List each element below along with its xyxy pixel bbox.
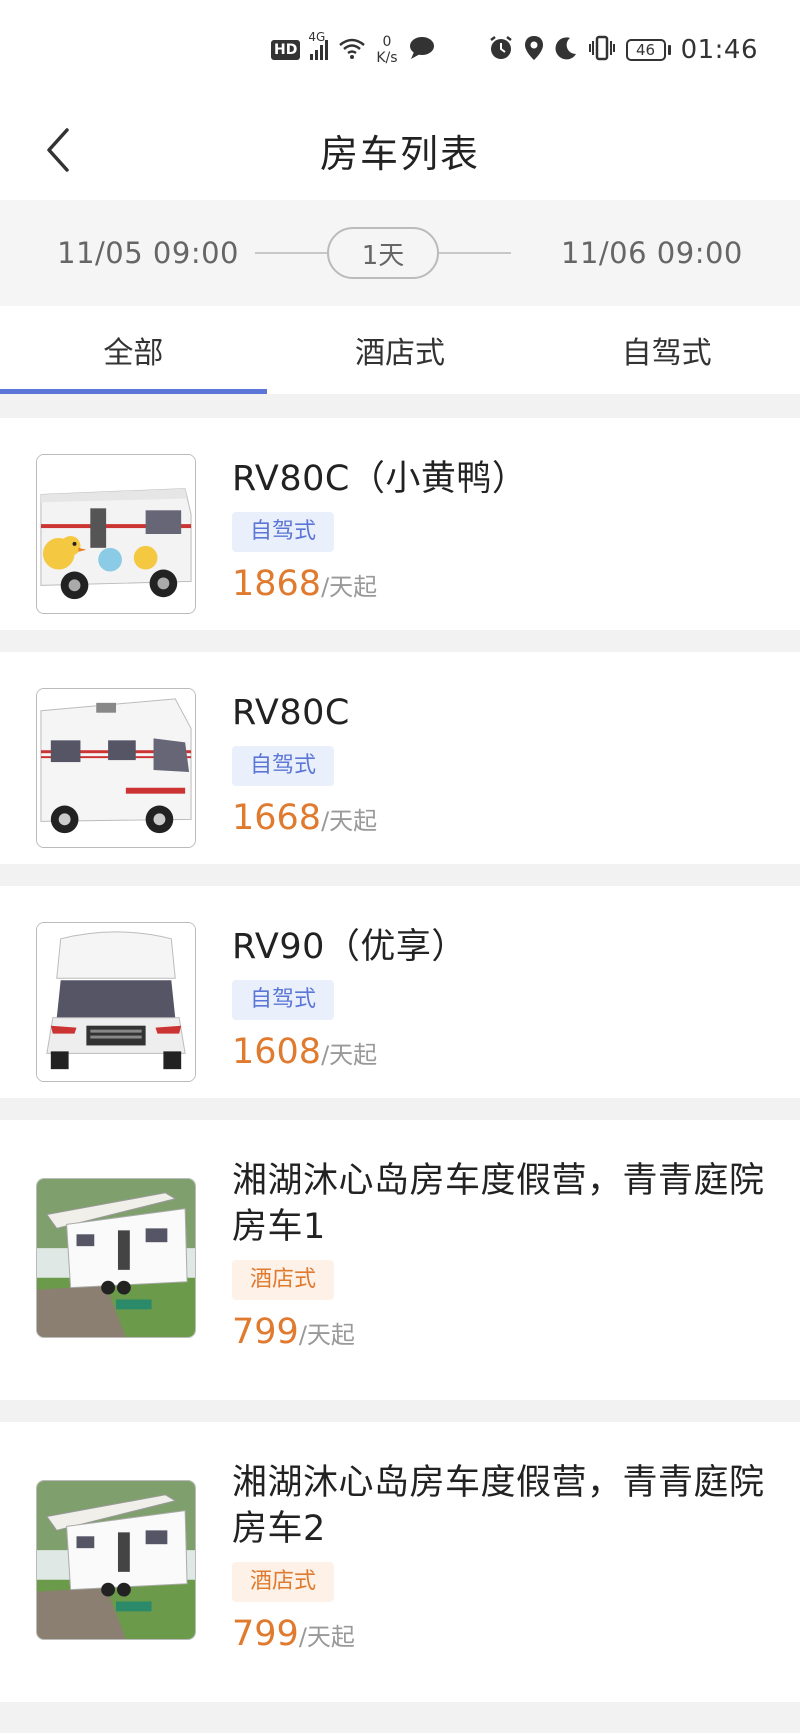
rv-price: 1868 bbox=[232, 564, 322, 604]
rv-thumbnail bbox=[36, 922, 196, 1082]
rv-name: RV80C（小黄鸭） bbox=[232, 459, 528, 499]
rv-name: 湘湖沐心岛房车度假营，青青庭院房车1 bbox=[232, 1161, 765, 1247]
moon-icon bbox=[554, 36, 578, 64]
rv-type-tag: 自驾式 bbox=[232, 746, 335, 786]
location-icon bbox=[524, 35, 544, 65]
start-date[interactable]: 11/05 09:00 bbox=[57, 236, 239, 270]
rv-price: 1668 bbox=[232, 798, 322, 838]
rv-price-row: 799 /天起 bbox=[232, 1614, 772, 1654]
rv-price-row: 1868 /天起 bbox=[232, 564, 772, 604]
rv-thumbnail bbox=[36, 1178, 196, 1338]
network-type: 4G bbox=[308, 30, 326, 44]
hd-icon: HD bbox=[271, 40, 301, 60]
vibrate-icon bbox=[588, 35, 616, 65]
chevron-left-icon bbox=[47, 128, 69, 172]
tab-hotel[interactable]: 酒店式 bbox=[267, 306, 534, 394]
speed-unit: K/s bbox=[376, 50, 398, 66]
rv-list-item[interactable]: RV90（优享） 自驾式 1608 /天起 bbox=[0, 886, 800, 1098]
date-divider-right bbox=[439, 252, 511, 254]
speed-value: 0 bbox=[382, 34, 392, 50]
rv-price: 799 bbox=[232, 1614, 299, 1654]
rv-price: 799 bbox=[232, 1312, 299, 1352]
battery-level: 46 bbox=[636, 41, 656, 59]
category-tabs: 全部 酒店式 自驾式 bbox=[0, 306, 800, 394]
rv-type-tag: 自驾式 bbox=[232, 980, 335, 1020]
rv-type-tag: 酒店式 bbox=[232, 1562, 335, 1602]
rv-thumbnail bbox=[36, 688, 196, 848]
back-button[interactable] bbox=[30, 122, 86, 178]
status-network-group: HD 4G 0 K/s bbox=[271, 30, 436, 66]
status-clock: 01:46 bbox=[680, 35, 758, 65]
rv-price-unit: /天起 bbox=[321, 1041, 378, 1069]
tab-all[interactable]: 全部 bbox=[0, 306, 267, 394]
rv-type-tag: 酒店式 bbox=[232, 1260, 335, 1300]
rv-price: 1608 bbox=[232, 1032, 322, 1072]
rv-list: RV80C（小黄鸭） 自驾式 1868 /天起 RV80C 自驾式 1668 /… bbox=[0, 418, 800, 1724]
date-range-bar[interactable]: 11/05 09:00 1天 11/06 09:00 bbox=[0, 200, 800, 306]
date-divider-left bbox=[255, 252, 327, 254]
rv-name: 湘湖沐心岛房车度假营，青青庭院房车2 bbox=[232, 1463, 765, 1549]
rv-type-tag: 自驾式 bbox=[232, 512, 335, 552]
rv-price-unit: /天起 bbox=[298, 1321, 355, 1349]
rv-price-unit: /天起 bbox=[298, 1623, 355, 1651]
rv-price-row: 799 /天起 bbox=[232, 1312, 772, 1352]
rv-list-item[interactable]: RV80C 自驾式 1668 /天起 bbox=[0, 652, 800, 864]
rv-list-item[interactable]: 湘湖沐心岛房车度假营，青青庭院房车1 酒店式 799 /天起 bbox=[0, 1120, 800, 1400]
battery-icon: 46 bbox=[625, 39, 671, 61]
rv-price-unit: /天起 bbox=[321, 807, 378, 835]
rv-name: RV90（优享） bbox=[232, 927, 467, 967]
rv-list-item[interactable]: RV80C（小黄鸭） 自驾式 1868 /天起 bbox=[0, 418, 800, 630]
rental-days-badge: 1天 bbox=[327, 227, 439, 279]
wifi-icon bbox=[338, 37, 366, 63]
rv-thumbnail bbox=[36, 1480, 196, 1640]
end-date[interactable]: 11/06 09:00 bbox=[561, 236, 743, 270]
tab-self-drive[interactable]: 自驾式 bbox=[533, 306, 800, 394]
rv-price-row: 1608 /天起 bbox=[232, 1032, 772, 1072]
signal-icon: 4G bbox=[308, 30, 329, 60]
nav-header: 房车列表 bbox=[0, 100, 800, 200]
rv-price-row: 1668 /天起 bbox=[232, 798, 772, 838]
status-bar: HD 4G 0 K/s 46 01:46 bbox=[0, 0, 800, 100]
rv-list-item[interactable]: 湘湖沐心岛房车度假营，青青庭院房车2 酒店式 799 /天起 bbox=[0, 1422, 800, 1702]
status-system-group: 46 01:46 bbox=[488, 35, 758, 65]
rv-name: RV80C bbox=[232, 693, 350, 733]
message-icon bbox=[408, 36, 436, 64]
page-title: 房车列表 bbox=[319, 131, 480, 176]
page: HD 4G 0 K/s 46 01:46 房车列表 11/05 09:00 1天… bbox=[0, 0, 800, 1733]
network-speed: 0 K/s bbox=[376, 34, 397, 66]
alarm-icon bbox=[488, 35, 514, 65]
rv-thumbnail bbox=[36, 454, 196, 614]
rv-price-unit: /天起 bbox=[321, 573, 378, 601]
